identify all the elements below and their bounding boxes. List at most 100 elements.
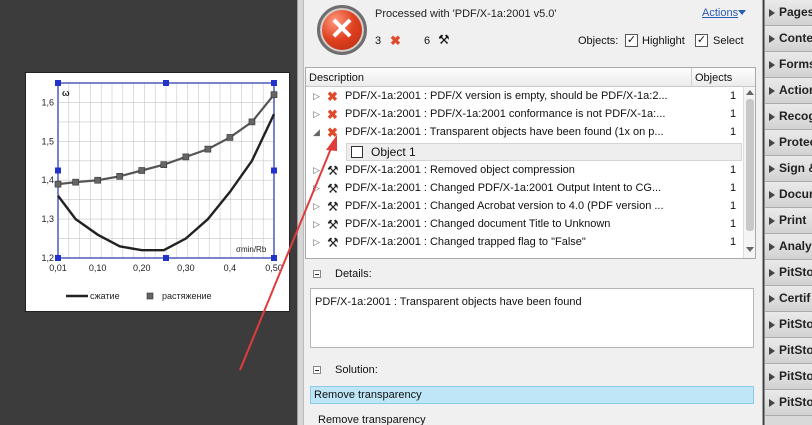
column-header-objects[interactable]: Objects — [695, 72, 732, 84]
selection-handle — [271, 255, 277, 261]
data-point — [94, 176, 101, 184]
expand-arrow-icon — [769, 61, 775, 69]
select-label[interactable]: Select — [713, 35, 744, 47]
expand-arrow-icon — [769, 191, 775, 199]
result-text: PDF/X-1a:2001 : Changed document Title t… — [345, 218, 611, 230]
expand-triangle-icon[interactable]: ▷ — [313, 237, 320, 248]
tool-sign[interactable]: Sign & — [765, 156, 812, 182]
panel-splitter[interactable] — [297, 0, 304, 425]
expand-triangle-icon[interactable]: ▷ — [313, 109, 320, 120]
result-row[interactable]: ▷ ⚒ PDF/X-1a:2001 : Removed object compr… — [306, 162, 742, 180]
collapse-minus-icon[interactable] — [313, 366, 321, 374]
y-tick-label: 1,3 — [41, 214, 54, 224]
result-row[interactable]: ▷ ✖ PDF/X-1a:2001 : PDF/X version is emp… — [306, 88, 742, 106]
expand-triangle-icon[interactable]: ▷ — [313, 201, 320, 212]
tool-pitstop[interactable]: PitStop — [765, 260, 812, 286]
result-count: 1 — [730, 90, 737, 102]
expand-triangle-icon[interactable]: ▷ — [313, 183, 320, 194]
result-row[interactable]: ▷ ⚒ PDF/X-1a:2001 : Changed trapped flag… — [306, 234, 742, 252]
solution-section-header[interactable]: Solution: — [304, 360, 759, 380]
x-axis-label: σmin/Rb — [236, 245, 267, 254]
result-row-expanded[interactable]: ◢ ✖ PDF/X-1a:2001 : Transparent objects … — [306, 124, 742, 142]
legend-marker-tension — [146, 292, 154, 300]
tool-analyze[interactable]: Analyze — [765, 234, 812, 260]
details-section-header[interactable]: Details: — [304, 264, 759, 284]
actions-menu-link[interactable]: Actions — [702, 7, 738, 19]
collapse-triangle-icon[interactable]: ◢ — [313, 127, 320, 138]
result-row[interactable]: ▷ ✖ PDF/X-1a:2001 : PDF/X-1a:2001 confor… — [306, 106, 742, 124]
y-axis-label: ω — [62, 88, 70, 98]
scroll-up-icon[interactable] — [746, 90, 754, 95]
result-text: PDF/X-1a:2001 : Transparent objects have… — [345, 126, 664, 138]
result-text: PDF/X-1a:2001 : Removed object compressi… — [345, 164, 575, 176]
data-point — [160, 161, 168, 168]
highlight-label[interactable]: Highlight — [642, 35, 685, 47]
preflight-panel: ✕ Processed with 'PDF/X-1a:2001 v5.0' Ac… — [304, 0, 763, 425]
collapse-minus-icon[interactable] — [313, 270, 321, 278]
chevron-down-icon[interactable] — [738, 10, 746, 15]
tool-pitstop[interactable]: PitStop — [765, 390, 812, 416]
preflight-summary: ✕ Processed with 'PDF/X-1a:2001 v5.0' Ac… — [304, 0, 763, 66]
expand-arrow-icon — [769, 9, 775, 17]
chart-figure[interactable]: 1,2 1,3 1,4 1,5 1,6 0,01 0,10 0,20 0,30 0,4 0,50 ω σ… — [25, 72, 290, 312]
y-tick-label: 1,4 — [41, 175, 54, 185]
object-frame-icon — [351, 146, 363, 158]
error-x-icon: ✖ — [327, 125, 338, 140]
tool-pitstop[interactable]: PitStop — [765, 364, 812, 390]
tool-pitstop[interactable]: PitStop — [765, 312, 812, 338]
expand-arrow-icon — [769, 295, 775, 303]
wrench-icon: ⚒ — [327, 235, 339, 250]
error-x-icon: ✖ — [327, 89, 338, 104]
tool-recognize[interactable]: Recognize — [765, 104, 812, 130]
result-count: 1 — [730, 108, 737, 120]
x-tick-label: 0,10 — [89, 263, 107, 273]
results-header: Description Objects — [306, 68, 755, 87]
highlight-checkbox[interactable]: ✓ — [625, 34, 638, 47]
tool-protection[interactable]: Protection — [765, 130, 812, 156]
result-text: PDF/X-1a:2001 : PDF/X-1a:2001 conformanc… — [345, 108, 666, 120]
error-count: 3 — [375, 35, 382, 47]
wrench-icon: ⚒ — [327, 199, 339, 214]
solution-item[interactable]: Remove transparency — [318, 414, 426, 425]
error-status-icon: ✕ — [317, 5, 367, 55]
details-text: PDF/X-1a:2001 : Transparent objects have… — [310, 288, 754, 348]
tool-pages[interactable]: Pages — [765, 0, 812, 26]
tool-certif[interactable]: Certif — [765, 286, 812, 312]
expand-triangle-icon[interactable]: ▷ — [313, 219, 320, 230]
result-count: 1 — [730, 200, 737, 212]
tool-document[interactable]: Document — [765, 182, 812, 208]
x-tick-label: 0,01 — [49, 263, 67, 273]
expand-arrow-icon — [769, 321, 775, 329]
tool-actions[interactable]: Actions — [765, 78, 812, 104]
tool-print[interactable]: Print — [765, 208, 812, 234]
expand-arrow-icon — [769, 269, 775, 277]
column-header-description[interactable]: Description — [309, 72, 364, 84]
selection-handle — [55, 255, 61, 261]
result-row[interactable]: ▷ ⚒ PDF/X-1a:2001 : Changed document Tit… — [306, 216, 742, 234]
result-row[interactable]: ▷ ⚒ PDF/X-1a:2001 : Changed Acrobat vers… — [306, 198, 742, 216]
column-divider[interactable] — [691, 68, 692, 87]
selection-handle — [55, 167, 61, 174]
results-scrollbar[interactable] — [743, 87, 755, 258]
solution-selected[interactable]: Remove transparency — [310, 386, 754, 404]
y-tick-label: 1,5 — [41, 136, 54, 146]
selection-handle — [55, 80, 61, 86]
expand-triangle-icon[interactable]: ▷ — [313, 165, 320, 176]
expand-triangle-icon[interactable]: ▷ — [313, 91, 320, 102]
results-list: Description Objects ▷ ✖ PDF/X-1a:2001 : … — [305, 67, 756, 259]
scroll-down-icon[interactable] — [746, 247, 754, 252]
data-point — [116, 173, 124, 180]
expand-arrow-icon — [769, 87, 775, 95]
select-checkbox[interactable]: ✓ — [695, 34, 708, 47]
data-point — [270, 91, 278, 98]
tool-pitstop[interactable]: PitStop — [765, 338, 812, 364]
selection-handle — [271, 80, 277, 86]
scrollbar-thumb[interactable] — [746, 99, 754, 231]
tool-forms[interactable]: Forms — [765, 52, 812, 78]
result-row[interactable]: ▷ ⚒ PDF/X-1a:2001 : Changed PDF/X-1a:200… — [306, 180, 742, 198]
objects-label: Objects: — [578, 35, 619, 47]
error-x-icon: ✖ — [327, 107, 338, 122]
tool-content[interactable]: Content — [765, 26, 812, 52]
data-point — [138, 167, 146, 174]
object-item[interactable]: Object 1 — [346, 143, 742, 161]
